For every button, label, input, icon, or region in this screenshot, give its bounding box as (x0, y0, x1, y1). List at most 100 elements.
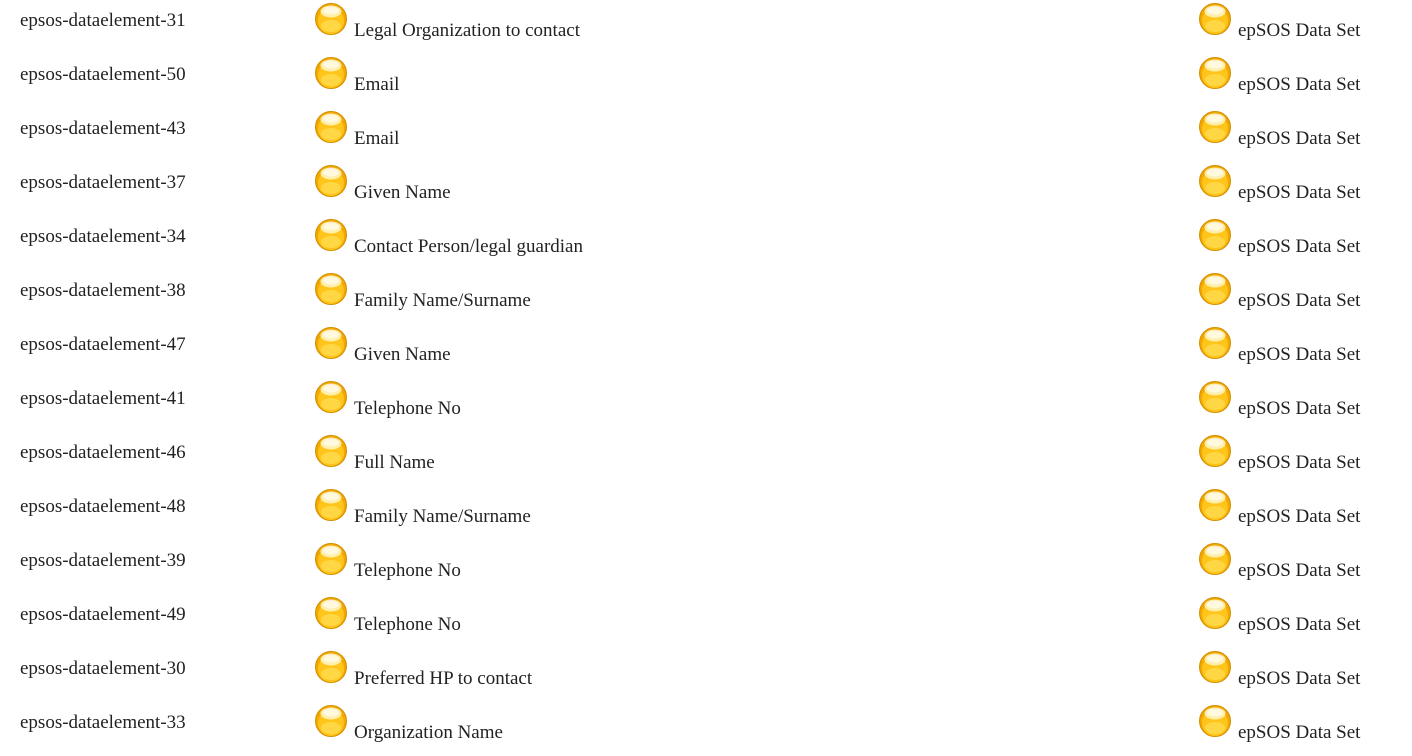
data-set-label: epSOS Data Set (1238, 722, 1361, 743)
data-element-id: epsos-dataelement-39 (20, 550, 186, 571)
data-element-name: Full Name (314, 434, 435, 473)
yellow-orb-icon (1198, 542, 1232, 576)
data-element-name: Preferred HP to contact (314, 650, 532, 689)
yellow-orb-icon (1198, 596, 1232, 630)
table-row: epsos-dataelement-39 Telephone No epSOS Da… (0, 540, 1412, 594)
table-row: epsos-dataelement-43 Email epSOS Data Set (0, 108, 1412, 162)
yellow-orb-icon (314, 56, 348, 90)
data-set: epSOS Data Set (1198, 434, 1360, 473)
data-element-name-label: Family Name/Surname (354, 290, 531, 311)
yellow-orb-icon (314, 542, 348, 576)
data-element-list: epsos-dataelement-31 Legal Organization t… (0, 0, 1412, 756)
data-set: epSOS Data Set (1198, 110, 1360, 149)
data-element-name: Telephone No (314, 596, 461, 635)
table-row: epsos-dataelement-37 Given Name epSOS Data… (0, 162, 1412, 216)
data-element-name-label: Email (354, 74, 400, 95)
yellow-orb-icon (314, 218, 348, 252)
yellow-orb-icon (314, 650, 348, 684)
data-set-label: epSOS Data Set (1238, 20, 1361, 41)
data-element-id: epsos-dataelement-33 (20, 712, 186, 733)
yellow-orb-icon (314, 380, 348, 414)
data-set-label: epSOS Data Set (1238, 236, 1361, 257)
data-set-label: epSOS Data Set (1238, 506, 1361, 527)
yellow-orb-icon (314, 326, 348, 360)
data-set: epSOS Data Set (1198, 326, 1360, 365)
data-element-name: Given Name (314, 326, 451, 365)
yellow-orb-icon (1198, 218, 1232, 252)
data-element-id: epsos-dataelement-37 (20, 172, 186, 193)
data-element-name-label: Given Name (354, 182, 451, 203)
yellow-orb-icon (1198, 272, 1232, 306)
table-row: epsos-dataelement-46 Full Name epSOS Data … (0, 432, 1412, 486)
data-set: epSOS Data Set (1198, 57, 1360, 95)
data-element-name-label: Telephone No (354, 398, 461, 419)
yellow-orb-icon (1198, 650, 1232, 684)
yellow-orb-icon (1198, 2, 1232, 36)
data-set-label: epSOS Data Set (1238, 398, 1361, 419)
yellow-orb-icon (314, 272, 348, 306)
table-row: epsos-dataelement-48 Family Name/Surname e… (0, 486, 1412, 540)
yellow-orb-icon (314, 488, 348, 522)
yellow-orb-icon (314, 434, 348, 468)
data-element-id: epsos-dataelement-30 (20, 658, 186, 679)
data-element-name: Family Name/Surname (314, 488, 531, 527)
table-row: epsos-dataelement-38 Family Name/Surname e… (0, 270, 1412, 324)
data-set-label: epSOS Data Set (1238, 344, 1361, 365)
table-row: epsos-dataelement-33 Organization Name epS… (0, 702, 1412, 756)
data-element-name-label: Full Name (354, 452, 435, 473)
data-element-name-label: Preferred HP to contact (354, 668, 533, 689)
yellow-orb-icon (314, 596, 348, 630)
data-set-label: epSOS Data Set (1238, 668, 1361, 689)
data-element-name-label: Given Name (354, 344, 451, 365)
data-element-name-label: Email (354, 128, 400, 149)
data-set: epSOS Data Set (1198, 596, 1360, 635)
data-element-name-label: Organization Name (354, 722, 503, 743)
table-row: epsos-dataelement-41 Telephone No epSOS Da… (0, 378, 1412, 432)
data-element-name-label: Telephone No (354, 560, 461, 581)
yellow-orb-icon (1198, 704, 1232, 738)
table-row: epsos-dataelement-30 Preferred HP to cont… (0, 648, 1412, 702)
data-set: epSOS Data Set (1198, 704, 1360, 743)
data-set-label: epSOS Data Set (1238, 182, 1361, 203)
data-set-label: epSOS Data Set (1238, 452, 1361, 473)
data-element-name-label: Telephone No (354, 614, 461, 635)
table-row: epsos-dataelement-49 Telephone No epSOS Da… (0, 594, 1412, 648)
yellow-orb-icon (1198, 110, 1232, 144)
data-element-name-label: Family Name/Surname (354, 506, 531, 527)
data-element-name: Organization Name (314, 704, 503, 743)
data-set: epSOS Data Set (1198, 164, 1360, 203)
data-element-id: epsos-dataelement-34 (20, 226, 186, 247)
data-element-id: epsos-dataelement-43 (20, 118, 186, 139)
data-set-label: epSOS Data Set (1238, 74, 1361, 95)
table-row: epsos-dataelement-47 Given Name epSOS Data… (0, 324, 1412, 378)
data-element-id: epsos-dataelement-50 (20, 64, 186, 85)
yellow-orb-icon (1198, 434, 1232, 468)
table-row: epsos-dataelement-50 Email epSOS Data Set (0, 54, 1412, 108)
yellow-orb-icon (1198, 380, 1232, 414)
data-set: epSOS Data Set (1198, 2, 1360, 41)
yellow-orb-icon (314, 704, 348, 738)
data-element-id: epsos-dataelement-31 (20, 10, 186, 31)
data-set-label: epSOS Data Set (1238, 560, 1361, 581)
data-element-id: epsos-dataelement-48 (20, 496, 186, 517)
yellow-orb-icon (1198, 164, 1232, 198)
data-element-id: epsos-dataelement-41 (20, 388, 186, 409)
data-element-name: Telephone No (314, 542, 461, 581)
data-set: epSOS Data Set (1198, 650, 1360, 689)
table-row: epsos-dataelement-31 Legal Organization t… (0, 0, 1412, 54)
data-set: epSOS Data Set (1198, 218, 1360, 257)
data-set-label: epSOS Data Set (1238, 290, 1361, 311)
data-element-id: epsos-dataelement-38 (20, 280, 186, 301)
table-row: epsos-dataelement-34 Contact Person/legal… (0, 216, 1412, 270)
data-set-label: epSOS Data Set (1238, 614, 1361, 635)
yellow-orb-icon (1198, 326, 1232, 360)
yellow-orb-icon (314, 110, 348, 144)
data-element-name: Family Name/Surname (314, 272, 531, 311)
data-element-name-label: Contact Person/legal guardian (354, 236, 583, 257)
data-element-id: epsos-dataelement-46 (20, 442, 186, 463)
data-set: epSOS Data Set (1198, 489, 1360, 527)
data-set: epSOS Data Set (1198, 380, 1360, 419)
data-element-name: Email (314, 56, 399, 95)
data-set-label: epSOS Data Set (1238, 128, 1361, 149)
data-element-id: epsos-dataelement-47 (20, 334, 186, 355)
